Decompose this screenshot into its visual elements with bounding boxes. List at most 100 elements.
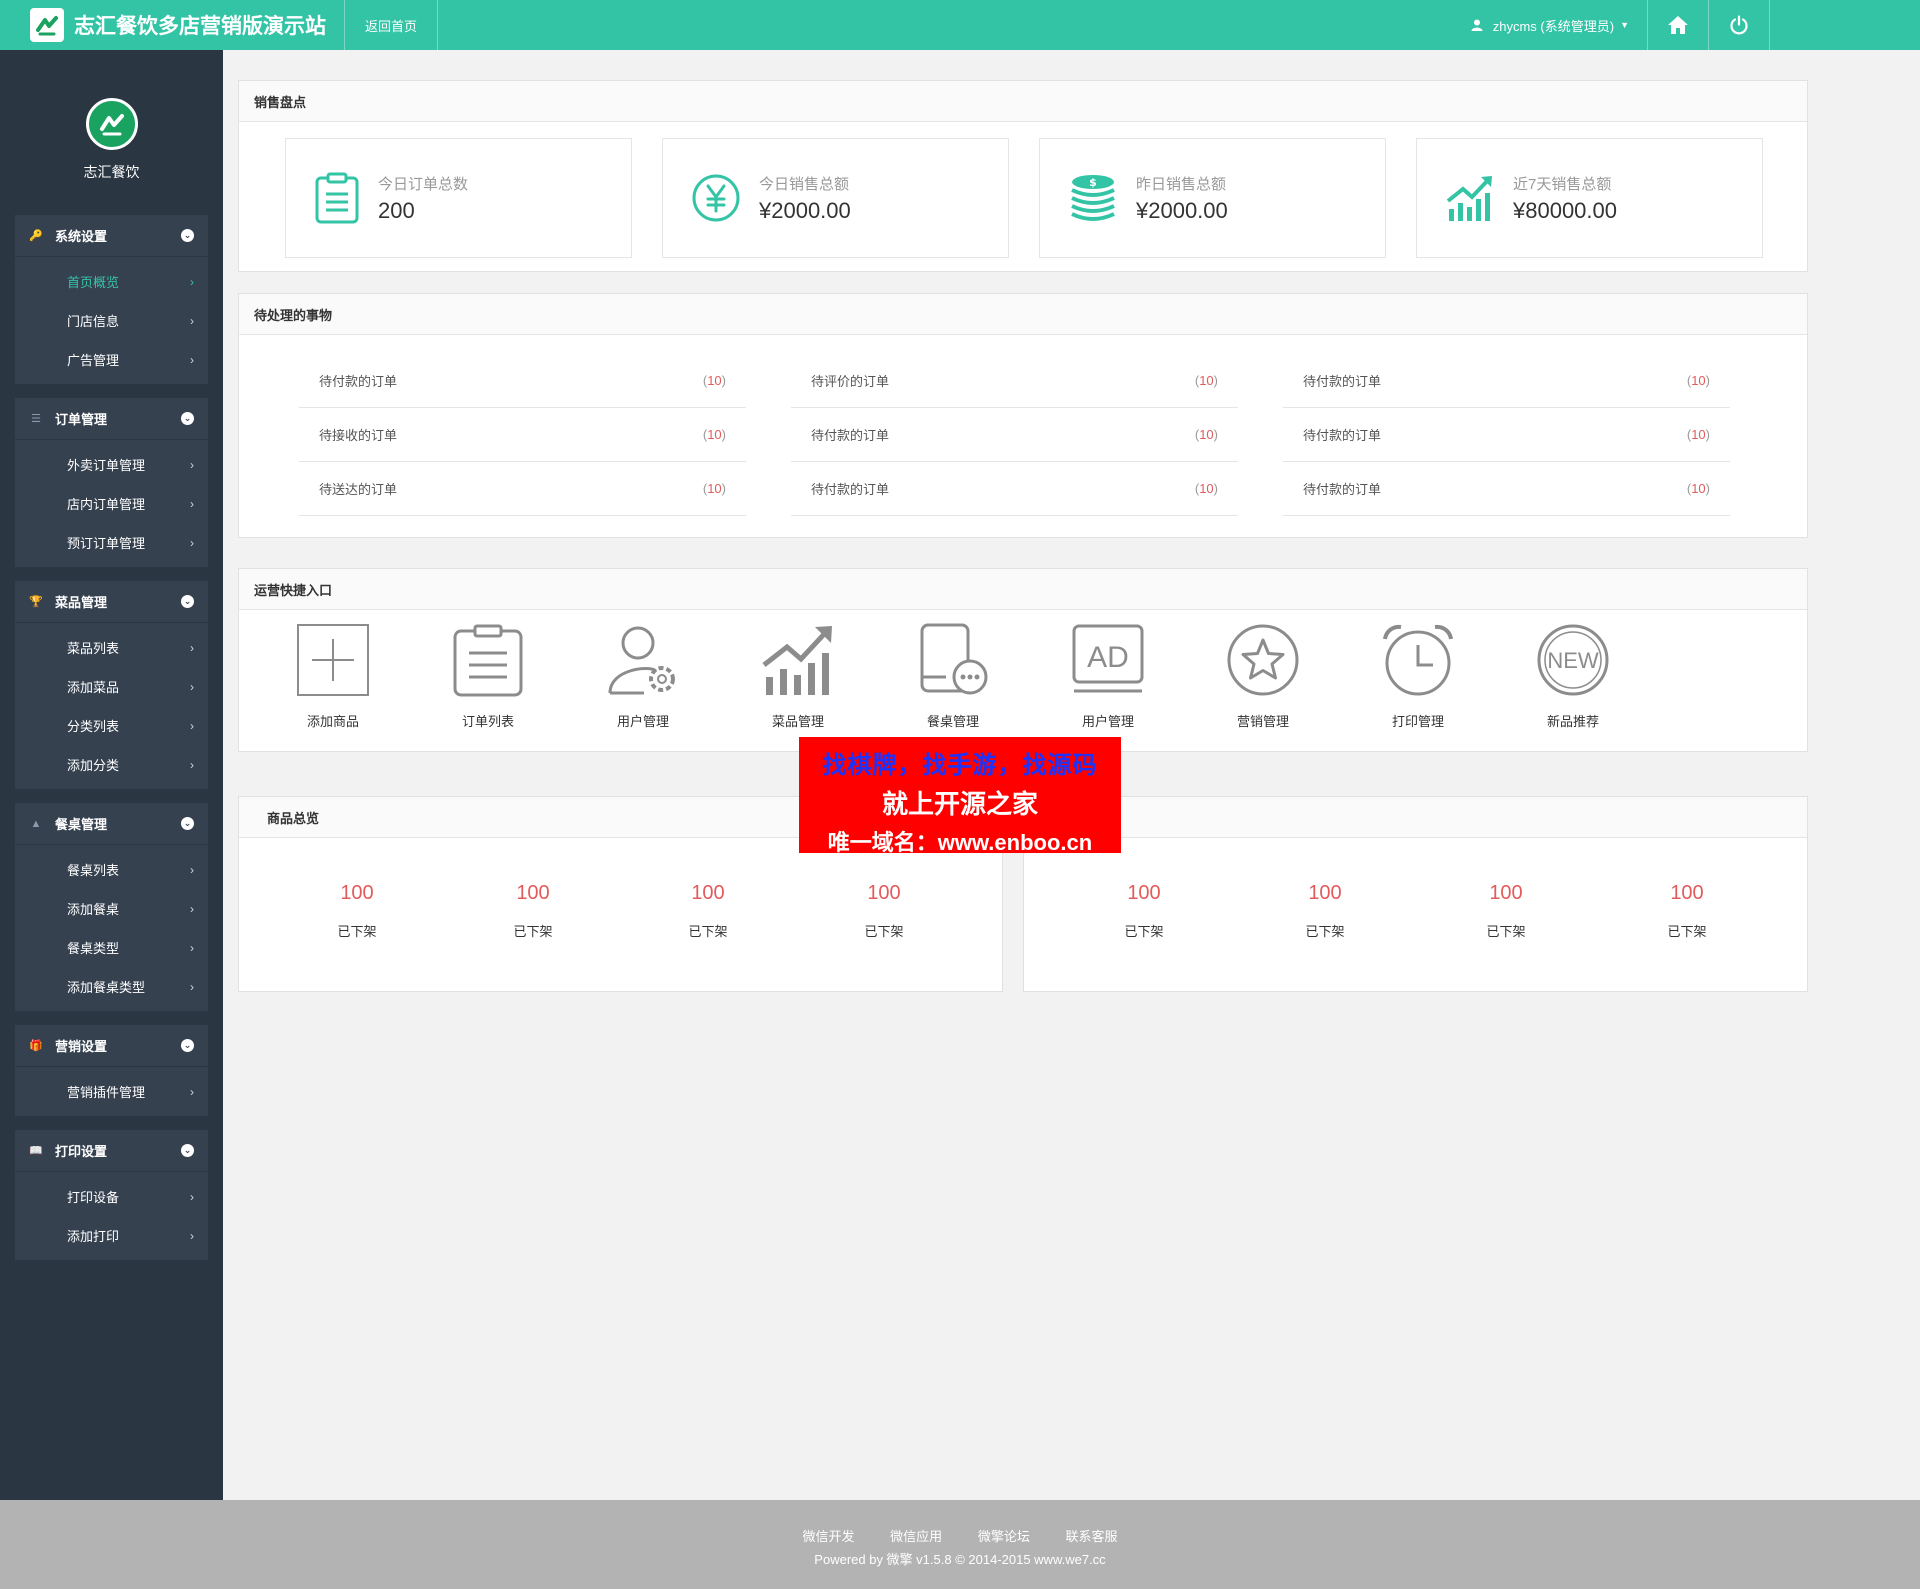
yuan-circle-icon <box>692 174 740 222</box>
sidebar-item-takeout-orders[interactable]: 外卖订单管理 › <box>15 445 208 484</box>
footer: 微信开发 微信应用 微擎论坛 联系客服 Powered by 微擎 v1.5.8… <box>0 1500 1920 1589</box>
quick-table-manage[interactable]: 餐桌管理 <box>888 623 1018 730</box>
chevron-right-icon: › <box>190 940 194 955</box>
pending-item[interactable]: 待付款的订单 (10) <box>1283 462 1730 516</box>
sidebar-item-add-category[interactable]: 添加分类 › <box>15 745 208 784</box>
menu-head-dishes[interactable]: 🏆 菜品管理 ⌄ <box>15 581 208 623</box>
quick-marketing[interactable]: 营销管理 <box>1198 623 1328 730</box>
quick-dish-manage[interactable]: 菜品管理 <box>733 623 863 730</box>
quick-new-products[interactable]: NEW 新品推荐 <box>1508 623 1638 730</box>
chevron-right-icon: › <box>190 862 194 877</box>
menu-head-system[interactable]: 🔑 系统设置 ⌄ <box>15 215 208 257</box>
pending-panel-title: 待处理的事物 <box>239 294 1807 335</box>
stat-card-today-orders: 今日订单总数 200 <box>285 138 632 258</box>
chevron-right-icon: › <box>190 640 194 655</box>
goods-stat: 100 已下架 <box>337 882 377 939</box>
sidebar-item-ads[interactable]: 广告管理 › <box>15 340 208 379</box>
stat-card-week-sales: 近7天销售总额 ¥80000.00 <box>1416 138 1763 258</box>
sidebar-brand: 志汇餐饮 <box>0 50 223 215</box>
quick-user-manage[interactable]: 用户管理 <box>578 623 708 730</box>
menu-group-system: 🔑 系统设置 ⌄ 首页概览 › 门店信息 › 广告管理 › <box>15 215 208 384</box>
pending-item[interactable]: 待接收的订单 (10) <box>299 408 746 462</box>
clipboard-icon <box>315 172 359 224</box>
chevron-down-icon: ⌄ <box>181 229 194 242</box>
menu-head-marketing[interactable]: 🎁 营销设置 ⌄ <box>15 1025 208 1067</box>
power-icon <box>1730 15 1748 35</box>
quick-panel: 运营快捷入口 添加商品 订单列表 用户管理 菜品管理 餐桌管理 AD 用户管理 … <box>238 568 1808 752</box>
goods-stat: 100 已下架 <box>864 882 904 939</box>
stat-value: 200 <box>378 197 415 223</box>
sidebar-item-reserve-orders[interactable]: 预订订单管理 › <box>15 523 208 562</box>
menu-head-orders[interactable]: ☰ 订单管理 ⌄ <box>15 398 208 440</box>
footer-link[interactable]: 微信应用 <box>890 1529 942 1544</box>
chevron-right-icon: › <box>190 757 194 772</box>
quick-add-goods[interactable]: 添加商品 <box>268 623 398 730</box>
footer-link[interactable]: 微擎论坛 <box>978 1529 1030 1544</box>
svg-text:$: $ <box>1089 176 1097 189</box>
pending-item[interactable]: 待付款的订单 (10) <box>791 408 1238 462</box>
sales-panel-title: 销售盘点 <box>239 81 1807 122</box>
banner-line-3: 唯一域名：www.enboo.cn <box>827 830 1093 855</box>
goods-stat: 100 已下架 <box>1486 882 1526 939</box>
quick-ad-manage[interactable]: AD 用户管理 <box>1043 623 1173 730</box>
gift-icon: 🎁 <box>29 1040 43 1052</box>
sidebar-item-store-info[interactable]: 门店信息 › <box>15 301 208 340</box>
sidebar-item-add-table[interactable]: 添加餐桌 › <box>15 889 208 928</box>
back-home-link[interactable]: 返回首页 <box>345 0 439 50</box>
chevron-right-icon: › <box>190 313 194 328</box>
quick-print[interactable]: 打印管理 <box>1353 623 1483 730</box>
logout-button[interactable] <box>1709 0 1770 50</box>
chevron-down-icon: ⌄ <box>181 817 194 830</box>
menu-group-dishes: 🏆 菜品管理 ⌄ 菜品列表 › 添加菜品 › 分类列表 › 添加分类 › <box>15 581 208 789</box>
top-navbar: 志汇餐饮多店营销版演示站 返回首页 zhycms (系统管理员) ▼ <box>0 0 1920 50</box>
stat-label: 昨日销售总额 <box>1136 175 1227 193</box>
sidebar-item-add-printer[interactable]: 添加打印 › <box>15 1216 208 1255</box>
coin-stack-icon: $ <box>1071 175 1115 221</box>
chevron-right-icon: › <box>190 535 194 550</box>
pending-item[interactable]: 待付款的订单 (10) <box>1283 354 1730 408</box>
menu-group-print: 📖 打印设置 ⌄ 打印设备 › 添加打印 › <box>15 1130 208 1260</box>
chevron-down-icon: ⌄ <box>181 1039 194 1052</box>
svg-text:AD: AD <box>1087 641 1129 674</box>
menu-head-tables[interactable]: ▲ 餐桌管理 ⌄ <box>15 803 208 845</box>
pending-item[interactable]: 待送达的订单 (10) <box>299 462 746 516</box>
goods-stat: 100 已下架 <box>688 882 728 939</box>
sidebar-item-table-types[interactable]: 餐桌类型 › <box>15 928 208 967</box>
sidebar-brand-name: 志汇餐饮 <box>83 164 140 180</box>
pending-item[interactable]: 待评价的订单 (10) <box>791 354 1238 408</box>
caret-down-icon: ▼ <box>1620 20 1629 30</box>
sidebar-item-add-table-type[interactable]: 添加餐桌类型 › <box>15 967 208 1006</box>
sidebar-item-add-dish[interactable]: 添加菜品 › <box>15 667 208 706</box>
banner-line-1: 找棋牌，找手游，找源码 <box>822 752 1098 779</box>
trophy-icon: 🏆 <box>29 596 43 608</box>
chevron-right-icon: › <box>190 1189 194 1204</box>
sidebar-item-category-list[interactable]: 分类列表 › <box>15 706 208 745</box>
sidebar-item-marketing-plugins[interactable]: 营销插件管理 › <box>15 1072 208 1111</box>
trend-chart-icon <box>762 626 832 695</box>
home-button[interactable] <box>1648 0 1709 50</box>
banner-line-2: 就上开源之家 <box>881 789 1038 819</box>
list-icon: ☰ <box>31 413 41 425</box>
menu-head-print[interactable]: 📖 打印设置 ⌄ <box>15 1130 208 1172</box>
chevron-right-icon: › <box>190 496 194 511</box>
user-menu[interactable]: zhycms (系统管理员) ▼ <box>1471 0 1648 50</box>
stat-label: 近7天销售总额 <box>1513 175 1612 193</box>
pending-item[interactable]: 待付款的订单 (10) <box>791 462 1238 516</box>
pending-item[interactable]: 待付款的订单 (10) <box>1283 408 1730 462</box>
menu-group-orders: ☰ 订单管理 ⌄ 外卖订单管理 › 店内订单管理 › 预订订单管理 › <box>15 398 208 567</box>
brand[interactable]: 志汇餐饮多店营销版演示站 <box>0 0 345 50</box>
sidebar-item-overview[interactable]: 首页概览 › <box>15 262 208 301</box>
user-icon <box>1471 19 1483 31</box>
watermark-banner: 找棋牌，找手游，找源码 就上开源之家 唯一域名：www.enboo.cn <box>799 737 1121 855</box>
sidebar-item-dinein-orders[interactable]: 店内订单管理 › <box>15 484 208 523</box>
sidebar-item-table-list[interactable]: 餐桌列表 › <box>15 850 208 889</box>
book-icon: 📖 <box>29 1145 43 1157</box>
sidebar-item-print-devices[interactable]: 打印设备 › <box>15 1177 208 1216</box>
footer-link[interactable]: 微信开发 <box>803 1529 855 1544</box>
chevron-right-icon: › <box>190 901 194 916</box>
stat-label: 今日销售总额 <box>759 175 850 193</box>
quick-order-list[interactable]: 订单列表 <box>423 623 553 730</box>
pending-item[interactable]: 待付款的订单 (10) <box>299 354 746 408</box>
sidebar-item-dish-list[interactable]: 菜品列表 › <box>15 628 208 667</box>
footer-link[interactable]: 联系客服 <box>1065 1529 1117 1544</box>
